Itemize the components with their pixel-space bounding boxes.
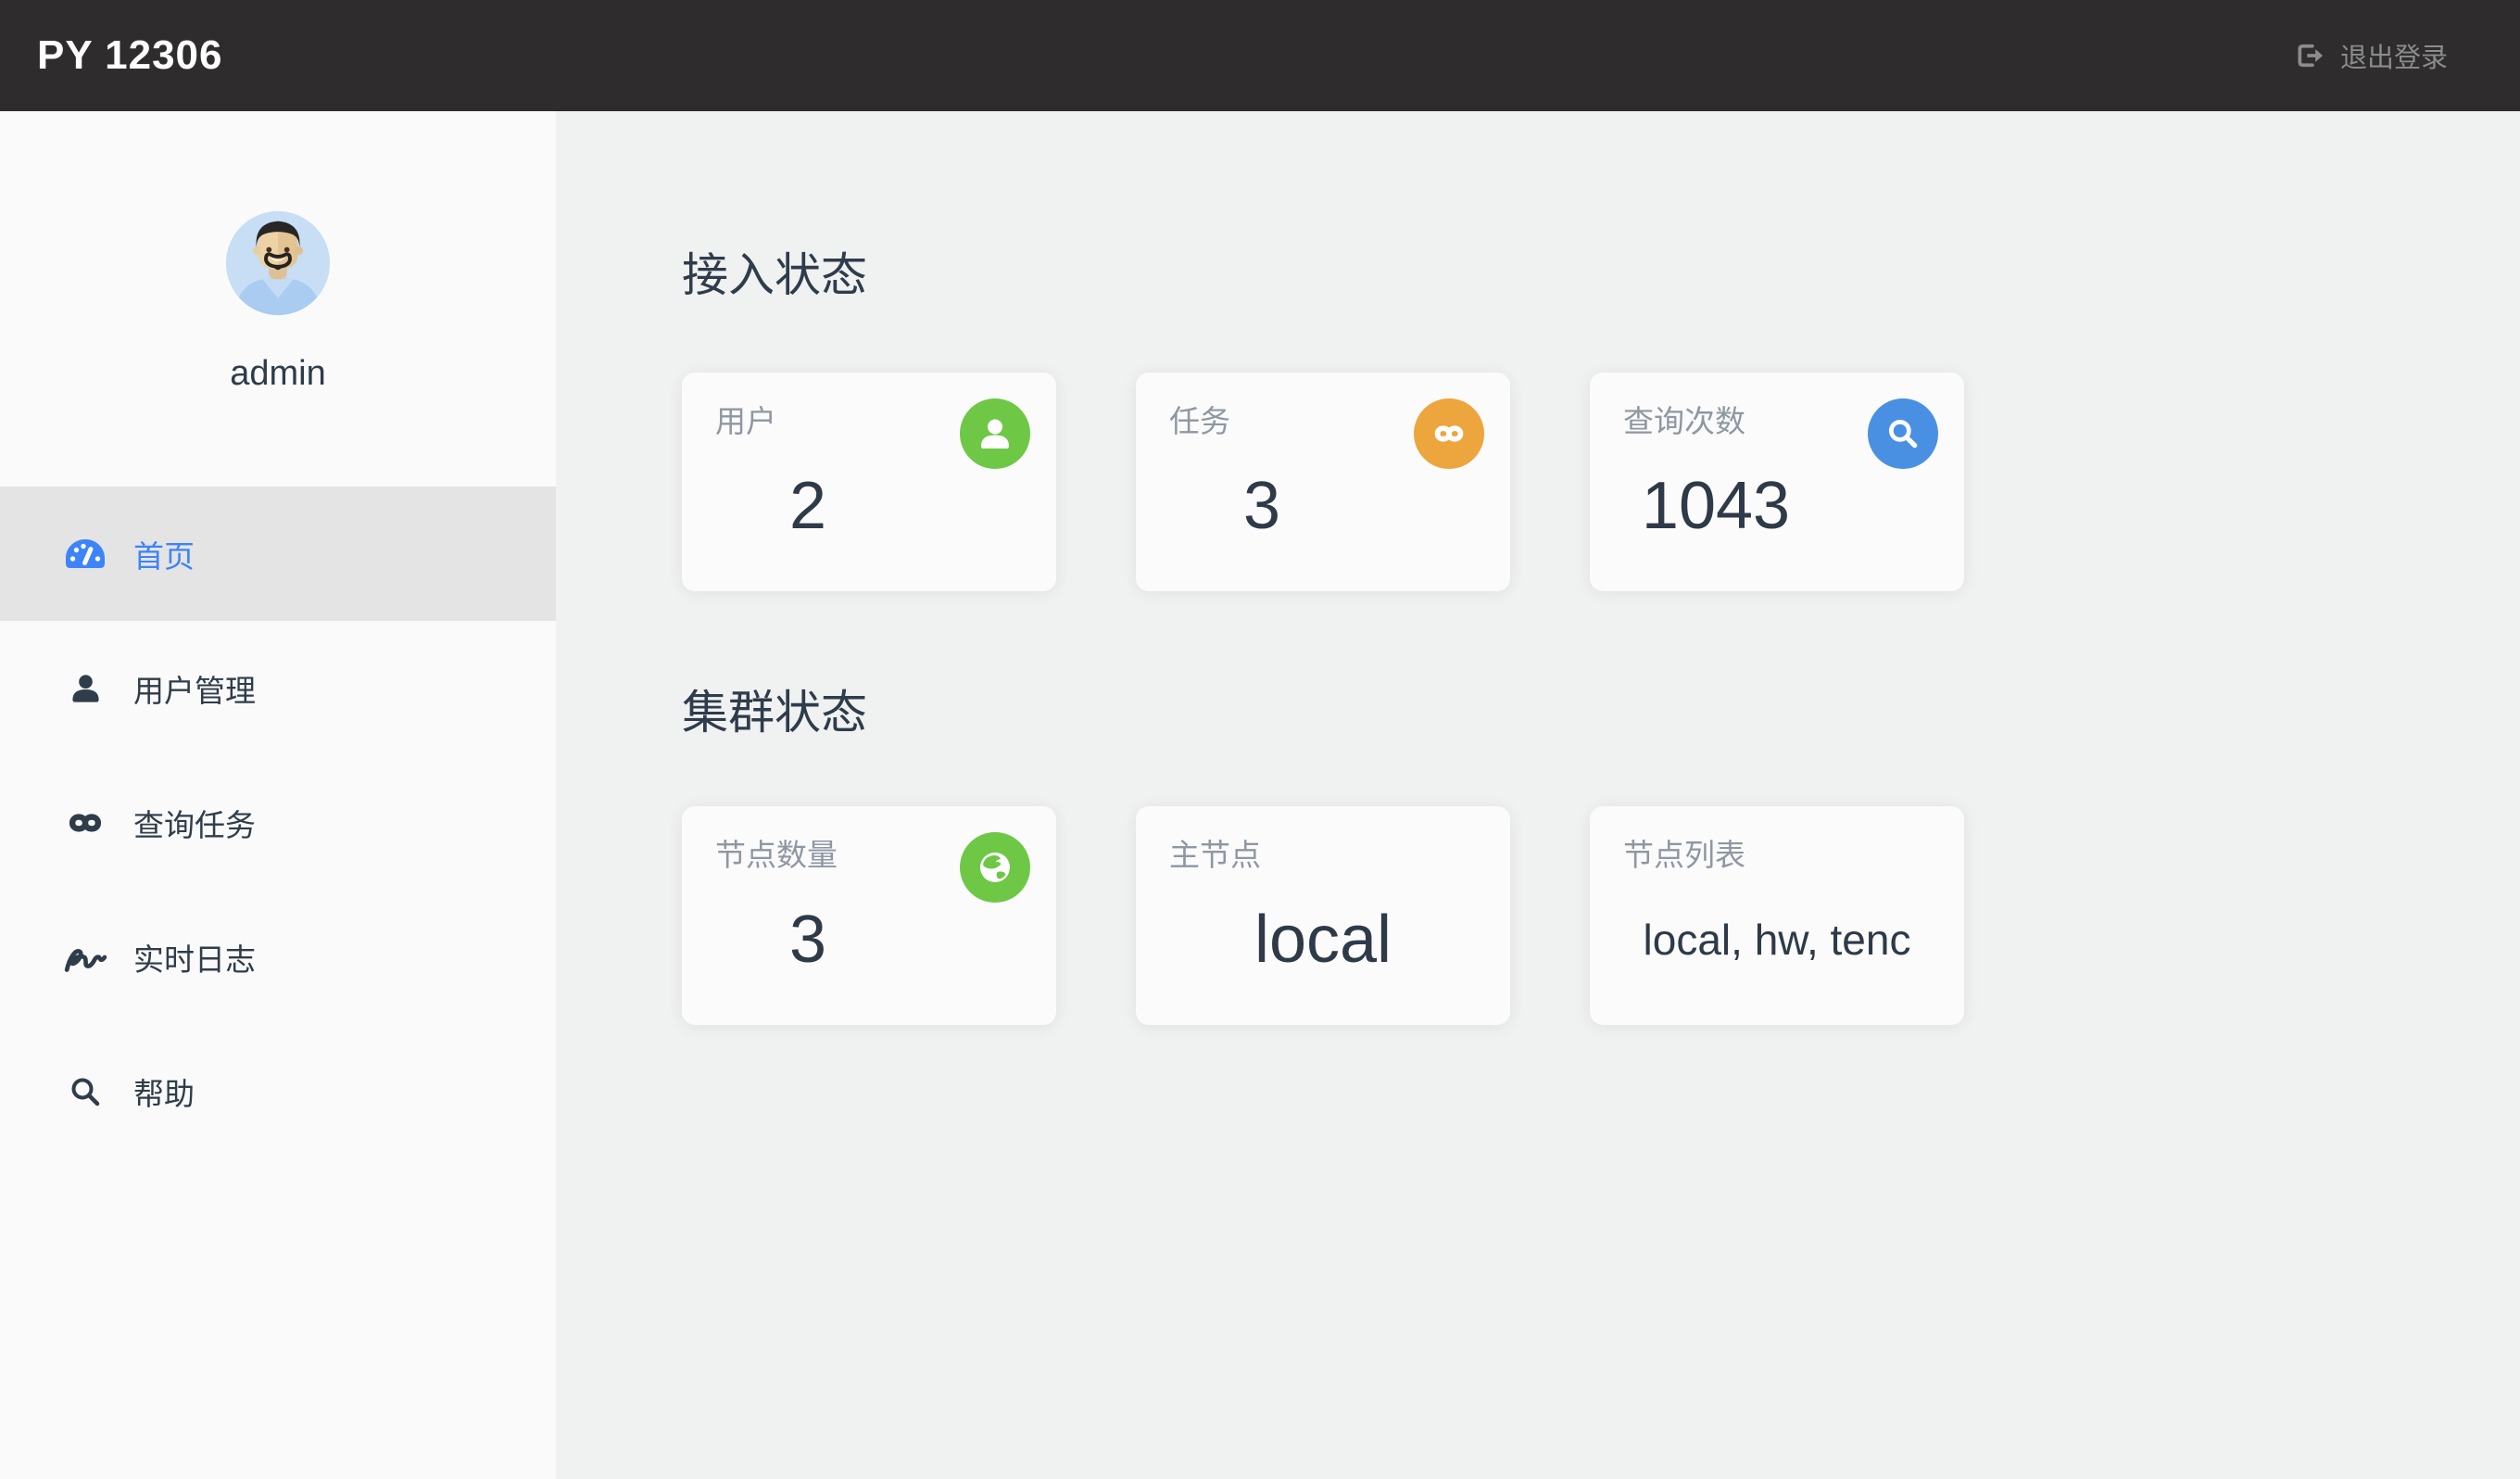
card-value: local — [1254, 903, 1392, 977]
username: admin — [230, 354, 326, 393]
main-content: 接入状态 用户 2 任务 3 查询次数 1043 集群状态 节点数量 3 主节点… — [556, 111, 2520, 1479]
card-label: 用户 — [715, 404, 776, 438]
search-icon — [59, 1075, 111, 1108]
app-title: PY 12306 — [37, 32, 223, 78]
stat-card-query-count: 查询次数 1043 — [1590, 373, 1964, 591]
card-label: 节点列表 — [1623, 838, 1745, 872]
card-label: 任务 — [1169, 404, 1230, 438]
profile-block: admin — [0, 111, 556, 397]
user-icon — [960, 398, 1030, 469]
access-status-cards: 用户 2 任务 3 查询次数 1043 — [682, 373, 2520, 591]
section-title-cluster-status: 集群状态 — [682, 687, 867, 739]
sidebar-item-label: 首页 — [133, 538, 195, 574]
card-value: 3 — [788, 903, 827, 977]
stat-card-tasks: 任务 3 — [1136, 373, 1510, 591]
user-icon — [59, 672, 111, 704]
cluster-status-cards: 节点数量 3 主节点 local 节点列表 local, hw, tenc — [682, 806, 2520, 1025]
card-label: 主节点 — [1169, 838, 1261, 872]
infinity-icon — [59, 808, 111, 838]
section-title-access-status: 接入状态 — [682, 249, 867, 301]
sidebar-item-label: 查询任务 — [133, 807, 256, 842]
sidebar: admin 首页 用户管理 查询任务 实时日志 帮助 — [0, 111, 556, 1479]
wave-icon — [59, 940, 111, 975]
stat-card-node-list: 节点列表 local, hw, tenc — [1590, 806, 1964, 1025]
logout-label: 退出登录 — [2339, 44, 2448, 73]
stat-card-master-node: 主节点 local — [1136, 806, 1510, 1025]
infinity-icon — [1414, 398, 1484, 469]
sidebar-item-query-tasks[interactable]: 查询任务 — [0, 755, 556, 890]
search-icon — [1868, 398, 1938, 469]
card-label: 节点数量 — [715, 838, 838, 872]
user-avatar — [224, 209, 332, 317]
globe-icon — [960, 832, 1030, 903]
sidebar-item-label: 帮助 — [133, 1076, 195, 1111]
logout-button[interactable]: 退出登录 — [2290, 35, 2453, 76]
sidebar-item-label: 实时日志 — [133, 942, 256, 977]
sidebar-item-label: 用户管理 — [133, 673, 256, 708]
sidebar-item-realtime-logs[interactable]: 实时日志 — [0, 890, 556, 1024]
sidebar-menu: 首页 用户管理 查询任务 实时日志 帮助 — [0, 487, 556, 1158]
sign-out-icon — [2296, 43, 2325, 69]
top-bar: PY 12306 退出登录 — [0, 0, 2520, 111]
card-value: 2 — [788, 469, 827, 543]
card-value: 1043 — [1641, 469, 1791, 543]
card-label: 查询次数 — [1623, 404, 1745, 438]
stat-card-node-count: 节点数量 3 — [682, 806, 1056, 1025]
dashboard-gauge-icon — [59, 537, 111, 572]
card-value: local, hw, tenc — [1643, 916, 1911, 964]
stat-card-users: 用户 2 — [682, 373, 1056, 591]
sidebar-item-user-management[interactable]: 用户管理 — [0, 621, 556, 755]
sidebar-item-home[interactable]: 首页 — [0, 487, 556, 621]
sidebar-item-help[interactable]: 帮助 — [0, 1024, 556, 1158]
app-root: PY 12306 退出登录 admin 首页 用户管理 查询任务 实时日志 帮助… — [0, 0, 2520, 1479]
card-value: 3 — [1242, 469, 1281, 543]
